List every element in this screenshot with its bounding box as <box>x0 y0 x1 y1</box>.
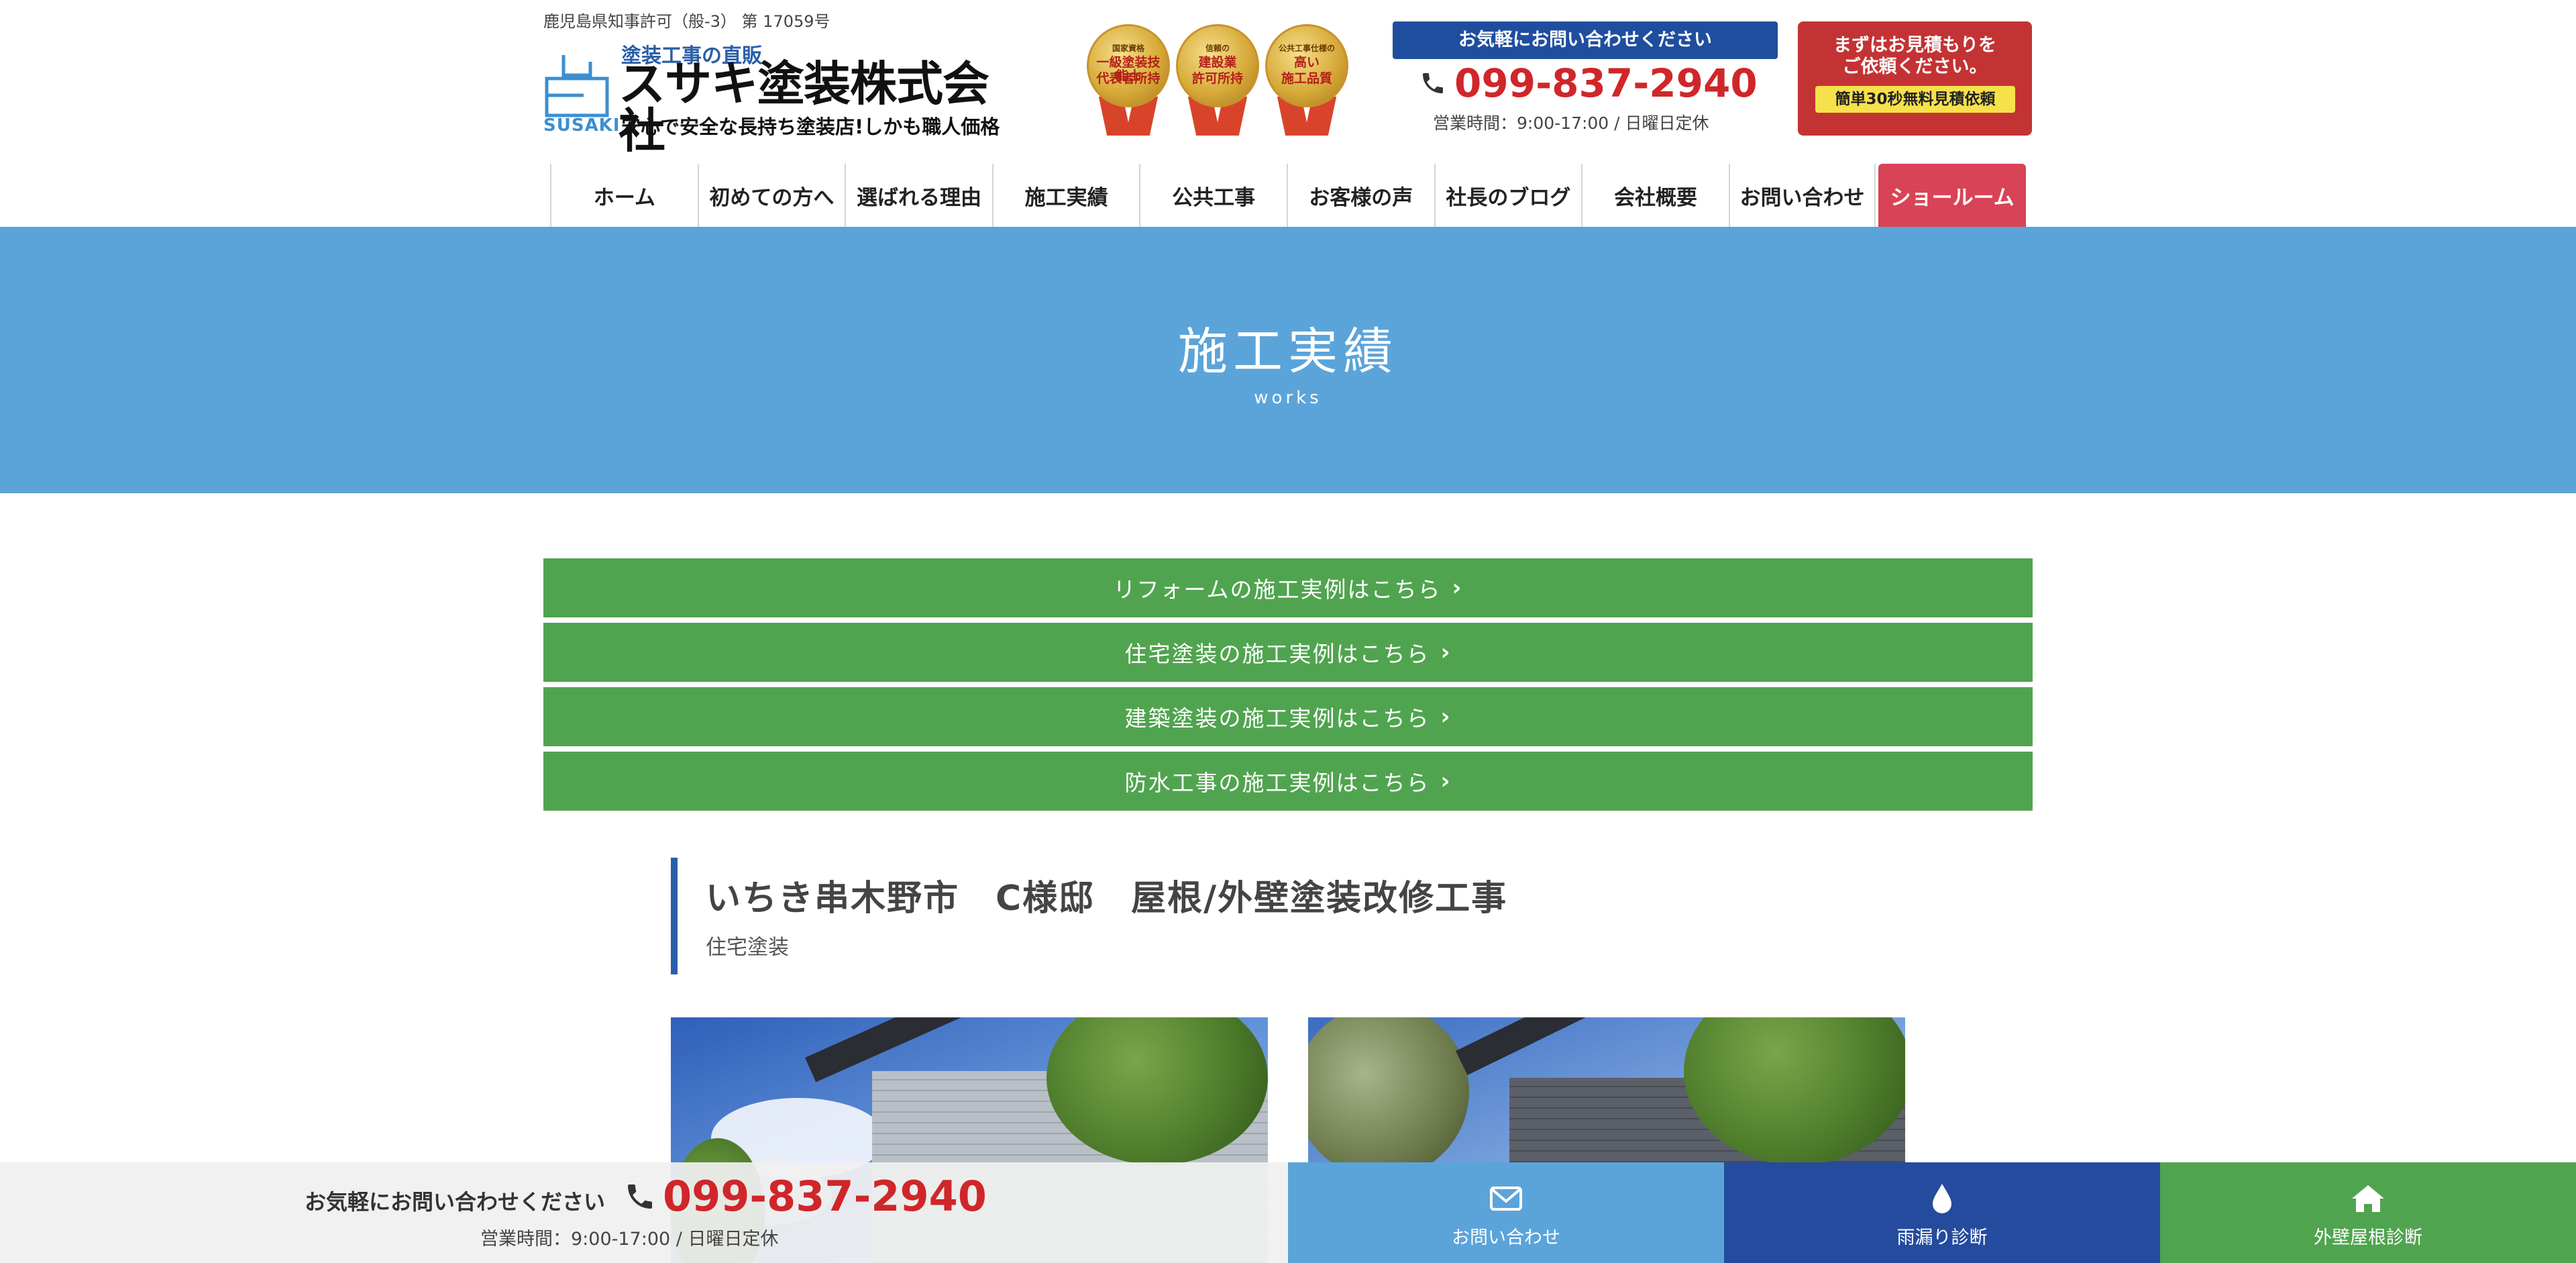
work-category[interactable]: 住宅塗装 <box>706 930 789 960</box>
estimate-line1: まずはお見積もりを <box>1833 35 1996 56</box>
medal-certified-painter: 国家資格 一級塗装技能士 代表者所持 <box>1085 24 1171 137</box>
nav-item-blog[interactable]: 社長のブログ <box>1434 164 1582 227</box>
medal-quality: 公共工事仕様の 高い 施工品質 <box>1264 24 1350 137</box>
footer-phone-link[interactable]: 099-837-2940 <box>624 1172 987 1221</box>
work-heading: いちき串木野市 C様邸 屋根/外壁塗装改修工事 住宅塗装 <box>671 858 1905 974</box>
work-title: いちき串木野市 C様邸 屋根/外壁塗装改修工事 <box>706 878 1508 919</box>
page-subtitle: works <box>1254 388 1322 408</box>
nav-item-showroom[interactable]: ショールーム <box>1878 164 2026 227</box>
nav-item-first-time[interactable]: 初めての方へ <box>697 164 845 227</box>
chevron-right-icon: › <box>1440 639 1452 666</box>
nav-item-works[interactable]: 施工実績 <box>991 164 1140 227</box>
footer-contact-label: お問い合わせ <box>1452 1227 1560 1248</box>
header-contact: お気軽にお問い合わせください 099-837-2940 営業時間：9:00-17… <box>1393 21 1778 136</box>
footer-leak-label: 雨漏り診断 <box>1896 1227 1988 1248</box>
footer-roof-label: 外壁屋根診断 <box>2314 1227 2422 1248</box>
header-phone-link[interactable]: 099-837-2940 <box>1419 60 1768 106</box>
site-header: 鹿児島県知事許可（般-3） 第 17059号 SUSAKI 塗装工事の直販 スサ… <box>0 0 2576 227</box>
home-icon <box>2352 1185 2384 1212</box>
water-drop-icon <box>1933 1184 1951 1213</box>
category-links: リフォームの施工実例はこちら › 住宅塗装の施工実例はこちら › 建築塗装の施工実例… <box>543 558 2033 816</box>
nav-item-reasons[interactable]: 選ばれる理由 <box>845 164 992 227</box>
logo-en-text: SUSAKI <box>543 115 621 136</box>
phone-icon <box>1423 73 1443 93</box>
category-reform-button[interactable]: リフォームの施工実例はこちら › <box>543 558 2033 617</box>
footer-contact-button[interactable]: お問い合わせ <box>1288 1162 1724 1263</box>
page-title: 施工実績 <box>1178 323 1398 381</box>
estimate-line2: ご依頼ください。 <box>1842 56 1988 78</box>
chevron-right-icon: › <box>1440 768 1452 795</box>
business-hours: 営業時間：9:00-17:00 / 日曜日定休 <box>1433 113 1709 133</box>
logo-tagline-bottom: 安心で安全な長持ち塗装店!しかも職人価格 <box>621 115 1000 138</box>
footer-roof-diagnosis-button[interactable]: 外壁屋根診断 <box>2160 1162 2576 1263</box>
award-medals: 国家資格 一級塗装技能士 代表者所持 信頼の 建設業 許可所持 公共工事仕様の … <box>1085 24 1350 138</box>
nav-item-testimonials[interactable]: お客様の声 <box>1286 164 1434 227</box>
nav-item-company[interactable]: 会社概要 <box>1581 164 1729 227</box>
free-estimate-button[interactable]: まずはお見積もりを ご依頼ください。 簡単30秒無料見積依頼 <box>1798 21 2032 136</box>
category-building-painting-button[interactable]: 建築塗装の施工実例はこちら › <box>543 687 2033 746</box>
nav-item-home[interactable]: ホーム <box>550 164 698 227</box>
nav-item-contact[interactable]: お問い合わせ <box>1728 164 1876 227</box>
page-hero: 施工実績 works <box>0 227 2576 493</box>
license-text: 鹿児島県知事許可（般-3） 第 17059号 <box>543 12 830 31</box>
medal-construction-license: 信頼の 建設業 許可所持 <box>1175 24 1260 137</box>
header-phone-number: 099-837-2940 <box>1454 60 1758 106</box>
category-waterproofing-button[interactable]: 防水工事の施工実例はこちら › <box>543 752 2033 811</box>
footer-caption: お気軽にお問い合わせください <box>305 1189 606 1215</box>
footer-leak-diagnosis-button[interactable]: 雨漏り診断 <box>1724 1162 2160 1263</box>
company-logo[interactable]: SUSAKI 塗装工事の直販 スサキ塗装株式会社 安心で安全な長持ち塗装店!しか… <box>543 39 1013 154</box>
nav-item-public-works[interactable]: 公共工事 <box>1139 164 1287 227</box>
footer-contact: お気軽にお問い合わせください 099-837-2940 営業時間：9:00-17… <box>0 1162 1288 1263</box>
company-name: スサキ塗装株式会社 <box>619 56 989 158</box>
contact-caption: お気軽にお問い合わせください <box>1393 21 1778 59</box>
main-nav: ホーム 初めての方へ 選ばれる理由 施工実績 公共工事 お客様の声 社長のブログ… <box>550 164 2026 227</box>
chevron-right-icon: › <box>1440 703 1452 730</box>
mail-icon <box>1490 1186 1522 1211</box>
logo-mark-icon <box>545 55 609 117</box>
footer-hours: 営業時間：9:00-17:00 / 日曜日定休 <box>480 1229 779 1250</box>
category-house-painting-button[interactable]: 住宅塗装の施工実例はこちら › <box>543 623 2033 682</box>
footer-phone-number: 099-837-2940 <box>663 1172 987 1221</box>
fixed-contact-bar: お気軽にお問い合わせください 099-837-2940 営業時間：9:00-17… <box>0 1162 2576 1263</box>
phone-icon <box>628 1184 652 1209</box>
estimate-pill: 簡単30秒無料見積依頼 <box>1815 86 2015 113</box>
chevron-right-icon: › <box>1452 574 1463 601</box>
